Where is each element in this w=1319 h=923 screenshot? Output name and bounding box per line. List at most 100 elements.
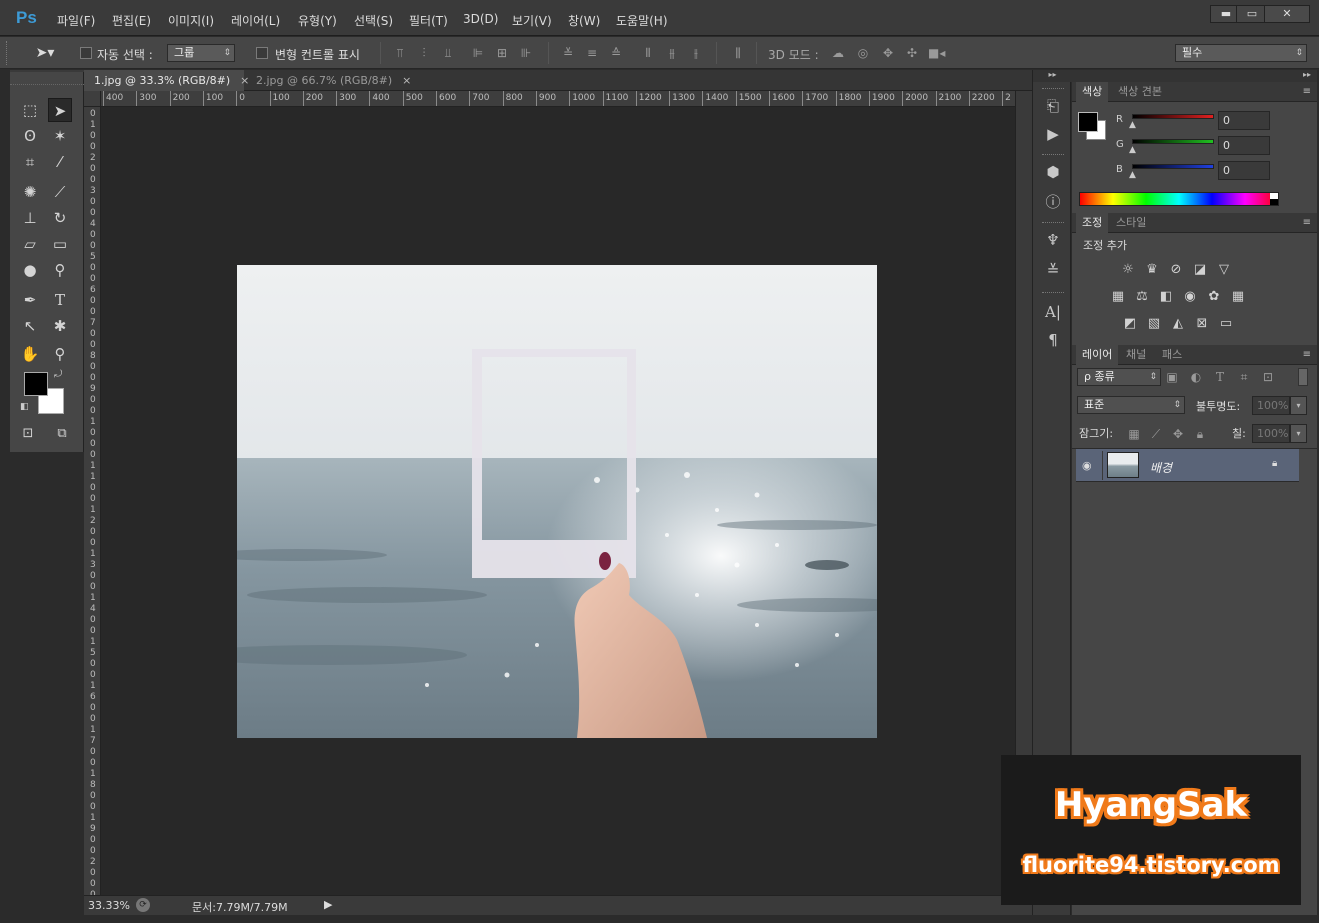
- vibrance-icon[interactable]: ▽: [1215, 262, 1233, 278]
- distribute-right-icon[interactable]: ⫲: [688, 45, 704, 61]
- tab-swatches[interactable]: 색상 견본: [1112, 82, 1168, 102]
- status-menu-arrow-icon[interactable]: ▶: [324, 898, 332, 911]
- invert-icon[interactable]: ◩: [1121, 316, 1139, 332]
- brush-tool-icon[interactable]: ⟋: [48, 180, 72, 204]
- filter-type-icon[interactable]: T: [1212, 369, 1228, 385]
- foreground-color-swatch-top[interactable]: [24, 372, 48, 396]
- filter-smart-object-icon[interactable]: ⊡: [1260, 369, 1276, 385]
- filter-shape-icon[interactable]: ⌗: [1236, 369, 1252, 385]
- tab-paths[interactable]: 패스: [1156, 345, 1188, 365]
- channel-b-slider[interactable]: [1132, 164, 1214, 169]
- filter-pixel-icon[interactable]: ▣: [1164, 369, 1180, 385]
- 3d-camera-icon[interactable]: ■◂: [928, 45, 945, 61]
- custom-shape-tool-icon[interactable]: ✱: [48, 314, 72, 338]
- channel-g-slider[interactable]: [1132, 139, 1214, 144]
- tab-document-2[interactable]: 2.jpg @ 66.7% (RGB/8#) ×: [246, 70, 411, 91]
- type-tool-icon[interactable]: T: [48, 288, 72, 312]
- path-selection-tool-icon[interactable]: ↖: [18, 314, 42, 338]
- color-spectrum-bar[interactable]: [1079, 192, 1279, 206]
- brush-presets-icon[interactable]: ♆: [1043, 230, 1063, 250]
- zoom-tool-icon[interactable]: ⚲: [48, 342, 72, 366]
- distribute-hcenter-icon[interactable]: ⫵: [664, 45, 680, 61]
- ruler-horizontal[interactable]: 400 300 200 100 0 100 200 300 400 500 600 700 800 900…: [101, 91, 1015, 107]
- tab-adjustments[interactable]: 조정: [1076, 213, 1109, 233]
- posterize-icon[interactable]: ▧: [1145, 316, 1163, 332]
- visibility-eye-icon[interactable]: ◉: [1082, 459, 1092, 472]
- gradient-map-icon[interactable]: ▭: [1217, 316, 1235, 332]
- move-tool-preset-icon[interactable]: ➤▾: [30, 45, 60, 61]
- align-hcenter-icon[interactable]: ⊞: [494, 45, 510, 61]
- hue-saturation-icon[interactable]: ▦: [1109, 289, 1127, 305]
- align-vcenter-icon[interactable]: ⫶: [416, 45, 432, 61]
- menu-filter[interactable]: 필터(T): [409, 12, 448, 29]
- layer-filter-dropdown[interactable]: ρ 종류: [1077, 368, 1161, 386]
- layer-row-background[interactable]: ◉ 배경 🔒︎: [1076, 449, 1299, 482]
- panel-menu-icon[interactable]: ≡: [1303, 86, 1311, 97]
- panels-collapse-icon[interactable]: ▸▸: [1072, 70, 1317, 82]
- opacity-input[interactable]: 100%: [1252, 396, 1290, 415]
- tab-document-1[interactable]: 1.jpg @ 33.3% (RGB/8#) ×: [84, 70, 249, 91]
- move-tool-icon[interactable]: ➤: [48, 98, 72, 122]
- menu-image[interactable]: 이미지(I): [168, 12, 214, 29]
- menu-window[interactable]: 창(W): [568, 12, 600, 29]
- gradient-tool-icon[interactable]: ▭: [48, 232, 72, 256]
- eraser-tool-icon[interactable]: ▱: [18, 232, 42, 256]
- zoom-level[interactable]: 33.33%: [88, 899, 130, 912]
- lasso-tool-icon[interactable]: ʘ: [18, 124, 42, 148]
- blend-mode-dropdown[interactable]: 표준: [1077, 396, 1185, 414]
- menu-help[interactable]: 도움말(H): [616, 12, 668, 29]
- tab-layers[interactable]: 레이어: [1076, 345, 1119, 365]
- hand-tool-icon[interactable]: ✋: [18, 342, 42, 366]
- exposure-icon[interactable]: ◪: [1191, 262, 1209, 278]
- clone-stamp-tool-icon[interactable]: ⊥: [18, 206, 42, 230]
- info-icon[interactable]: ⓘ: [1043, 192, 1063, 212]
- panel-menu-icon[interactable]: ≡: [1303, 217, 1311, 228]
- tab-color[interactable]: 색상: [1076, 82, 1109, 102]
- tab-channels[interactable]: 채널: [1120, 345, 1152, 365]
- foreground-color-swatch-top[interactable]: [1078, 112, 1098, 132]
- 3d-rotate-icon[interactable]: ☁: [830, 45, 846, 61]
- filter-toggle[interactable]: [1298, 368, 1308, 386]
- close-button[interactable]: ✕: [1264, 5, 1310, 23]
- pen-tool-icon[interactable]: ✒: [18, 288, 42, 312]
- menu-select[interactable]: 선택(S): [354, 12, 393, 29]
- menu-type[interactable]: 유형(Y): [298, 12, 337, 29]
- ruler-corner[interactable]: [84, 91, 101, 107]
- layer-name[interactable]: 배경: [1150, 459, 1172, 476]
- lock-image-icon[interactable]: ⟋: [1148, 426, 1164, 442]
- fill-input[interactable]: 100%: [1252, 424, 1290, 443]
- levels-icon[interactable]: ♛: [1143, 262, 1161, 278]
- panel-menu-icon[interactable]: ≡: [1303, 349, 1311, 360]
- crop-tool-icon[interactable]: ⌗: [18, 150, 42, 174]
- menu-layer[interactable]: 레이어(L): [231, 12, 280, 29]
- blur-tool-icon[interactable]: ●: [18, 258, 42, 282]
- align-top-icon[interactable]: ⫪: [392, 45, 408, 61]
- menu-edit[interactable]: 편집(E): [112, 12, 151, 29]
- channel-r-input[interactable]: 0: [1218, 111, 1270, 130]
- black-white-icon[interactable]: ◧: [1157, 289, 1175, 305]
- color-balance-icon[interactable]: ⚖: [1133, 289, 1151, 305]
- 3d-roll-icon[interactable]: ◎: [855, 45, 871, 61]
- ruler-vertical[interactable]: 0100200300400500600700800900100011001200…: [84, 107, 101, 897]
- opacity-dropdown-icon[interactable]: ▾: [1290, 396, 1307, 415]
- fill-dropdown-icon[interactable]: ▾: [1290, 424, 1307, 443]
- threshold-icon[interactable]: ◭: [1169, 316, 1187, 332]
- menu-file[interactable]: 파일(F): [57, 12, 95, 29]
- swap-colors-icon[interactable]: ⤾: [54, 369, 62, 380]
- transform-controls-checkbox[interactable]: [256, 47, 268, 59]
- lock-transparent-icon[interactable]: ▦: [1126, 426, 1142, 442]
- 3d-slide-icon[interactable]: ✣: [904, 45, 920, 61]
- distribute-vcenter-icon[interactable]: ≡: [584, 45, 600, 61]
- distribute-bottom-icon[interactable]: ≙: [608, 45, 624, 61]
- curves-icon[interactable]: ⊘: [1167, 262, 1185, 278]
- magic-wand-tool-icon[interactable]: ✶: [48, 124, 72, 148]
- auto-align-icon[interactable]: ⫼: [730, 45, 746, 61]
- close-icon[interactable]: ×: [402, 74, 411, 87]
- spectrum-black[interactable]: [1270, 199, 1278, 205]
- eyedropper-tool-icon[interactable]: ⁄: [48, 150, 72, 174]
- color-lookup-icon[interactable]: ▦: [1229, 289, 1247, 305]
- channel-g-input[interactable]: 0: [1218, 136, 1270, 155]
- filter-adjustment-icon[interactable]: ◐: [1188, 369, 1204, 385]
- align-right-icon[interactable]: ⊪: [518, 45, 534, 61]
- marquee-tool-icon[interactable]: ⬚: [18, 98, 42, 122]
